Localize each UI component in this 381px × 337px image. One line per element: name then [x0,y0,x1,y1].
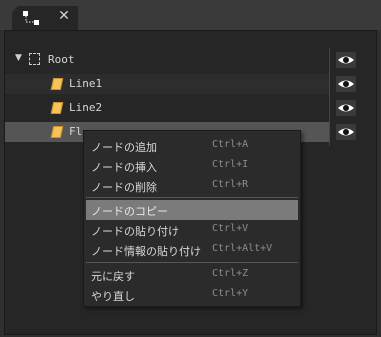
tree-row-label: Line2 [69,101,103,114]
menu-separator [86,262,298,263]
menu-separator [86,197,298,198]
expand-arrow-icon[interactable]: ▼ [15,53,22,63]
menu-item-add-node[interactable]: ノードの追加 Ctrl+A [86,136,298,156]
menu-item-redo[interactable]: やり直し Ctrl+Y [86,285,298,305]
visibility-toggle[interactable] [336,52,356,68]
menu-item-shortcut: Ctrl+Z [212,268,249,279]
eye-icon [338,80,354,88]
line-node-icon [50,78,64,90]
tab-bar: ✕ [0,0,381,30]
visibility-toggle[interactable] [336,76,356,92]
tree-row-label: Fl [69,125,83,138]
menu-item-label: ノードの削除 [91,181,157,194]
menu-item-label: ノードの挿入 [91,161,157,174]
menu-item-label: 元に戻す [91,270,135,283]
visibility-toggle[interactable] [336,124,356,140]
tab-node-editor[interactable]: ✕ [12,6,78,30]
visibility-toggle[interactable] [336,100,356,116]
tree-row-root[interactable]: ▼ Root [5,50,329,70]
tree-row-label: Root [48,53,75,66]
close-icon[interactable]: ✕ [56,8,72,24]
node-graph-icon [23,11,39,25]
menu-item-shortcut: Ctrl+V [212,223,249,234]
line-node-icon [50,102,64,114]
menu-item-paste-node[interactable]: ノードの貼り付け Ctrl+V [86,220,298,240]
tree-row-line2[interactable]: Line2 [5,98,329,118]
menu-item-delete-node[interactable]: ノードの削除 Ctrl+R [86,176,298,196]
menu-item-label: ノードの追加 [91,141,157,154]
context-menu: ノードの追加 Ctrl+A ノードの挿入 Ctrl+I ノードの削除 Ctrl+… [83,130,301,307]
eye-icon [338,56,354,64]
tree-row-line1[interactable]: Line1 [5,74,329,94]
eye-icon [338,104,354,112]
menu-item-copy-node[interactable]: ノードのコピー [86,200,298,220]
menu-item-shortcut: Ctrl+Alt+V [212,243,273,254]
menu-item-label: やり直し [91,290,135,303]
menu-item-shortcut: Ctrl+R [212,179,249,190]
eye-icon [338,128,354,136]
menu-item-shortcut: Ctrl+I [212,159,249,170]
menu-item-label: ノードの貼り付け [91,225,179,238]
tree-row-label: Line1 [69,77,103,90]
menu-item-label: ノードのコピー [91,205,168,218]
line-node-icon [50,126,64,138]
dashed-square-icon [29,53,40,65]
menu-item-label: ノード情報の貼り付け [91,245,201,258]
menu-item-shortcut: Ctrl+A [212,139,249,150]
menu-item-undo[interactable]: 元に戻す Ctrl+Z [86,265,298,285]
menu-item-paste-node-info[interactable]: ノード情報の貼り付け Ctrl+Alt+V [86,240,298,260]
column-divider [329,48,330,146]
menu-item-shortcut: Ctrl+Y [212,288,249,299]
menu-item-insert-node[interactable]: ノードの挿入 Ctrl+I [86,156,298,176]
